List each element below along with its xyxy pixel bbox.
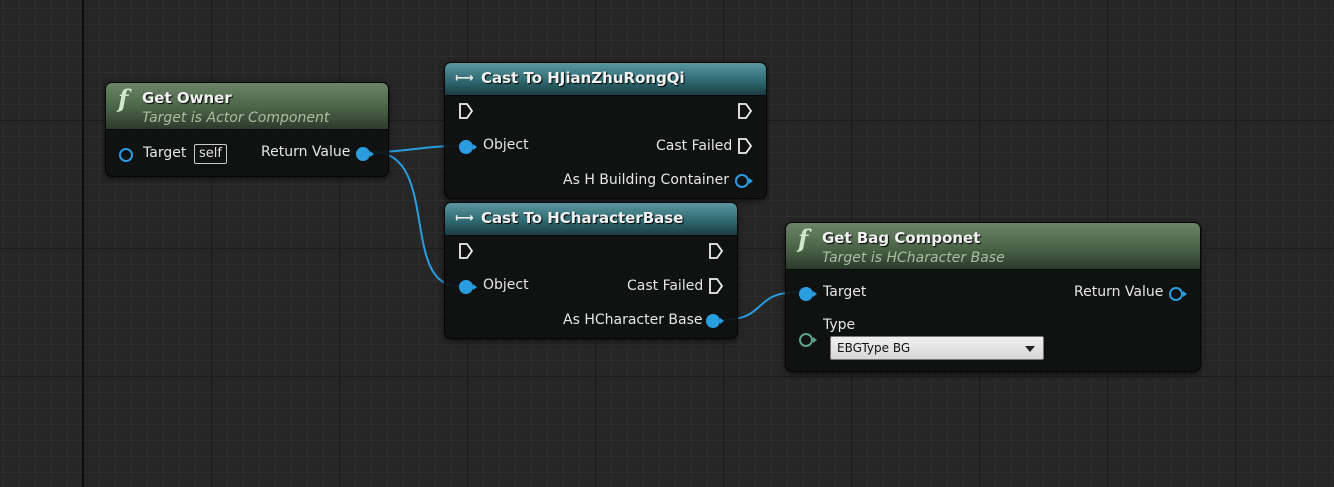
- cast-icon: ⟼: [455, 71, 474, 86]
- get-owner-header[interactable]: f Get Owner Target is Actor Component: [106, 83, 388, 130]
- object-pin[interactable]: [459, 280, 477, 294]
- type-label: Type: [823, 317, 856, 333]
- as-building-container-pin[interactable]: [735, 174, 753, 188]
- object-pin[interactable]: [459, 140, 477, 154]
- return-value-pin[interactable]: [356, 147, 374, 161]
- as-building-container-label: As H Building Container: [563, 172, 729, 188]
- as-hcharacter-base-label: As HCharacter Base: [563, 312, 703, 328]
- node-title: Cast To HJianZhuRongQi: [481, 69, 685, 87]
- node-title: Cast To HCharacterBase: [481, 209, 684, 227]
- node-title: Get Owner: [142, 89, 232, 107]
- function-icon: f: [798, 224, 809, 253]
- target-pin[interactable]: [119, 148, 133, 162]
- cast-failed-label: Cast Failed: [627, 278, 704, 294]
- cast-hcharacter-header[interactable]: ⟼ Cast To HCharacterBase: [445, 203, 737, 236]
- get-owner-node[interactable]: f Get Owner Target is Actor Component Ta…: [105, 82, 389, 177]
- return-value-pin[interactable]: [1169, 287, 1187, 301]
- cast-failed-pin[interactable]: [738, 138, 752, 154]
- cast-hjianzhu-node[interactable]: ⟼ Cast To HJianZhuRongQi Object Cast Fai…: [444, 62, 767, 199]
- exec-out-pin[interactable]: [738, 103, 752, 119]
- return-value-label: Return Value: [1074, 284, 1164, 300]
- type-dropdown[interactable]: EBGType BG: [830, 336, 1044, 360]
- graph-origin-line-vertical: [82, 0, 84, 487]
- type-dropdown-value: EBGType BG: [837, 341, 911, 355]
- node-subtitle: Target is HCharacter Base: [822, 250, 1005, 266]
- object-label: Object: [483, 137, 529, 153]
- cast-icon: ⟼: [455, 211, 474, 226]
- get-bag-header[interactable]: f Get Bag Componet Target is HCharacter …: [786, 223, 1200, 270]
- target-label: Target: [823, 284, 867, 300]
- get-bag-componet-node[interactable]: f Get Bag Componet Target is HCharacter …: [785, 222, 1201, 372]
- cast-hcharacter-node[interactable]: ⟼ Cast To HCharacterBase Object Cast Fai…: [444, 202, 738, 339]
- node-subtitle: Target is Actor Component: [142, 110, 330, 126]
- type-pin[interactable]: [799, 333, 817, 347]
- function-icon: f: [118, 84, 129, 113]
- return-value-label: Return Value: [261, 144, 351, 160]
- exec-out-pin[interactable]: [709, 243, 723, 259]
- target-label: Target: [143, 145, 187, 161]
- target-self-value[interactable]: self: [194, 144, 227, 164]
- cast-failed-label: Cast Failed: [656, 138, 733, 154]
- cast-hjianzhu-header[interactable]: ⟼ Cast To HJianZhuRongQi: [445, 63, 766, 96]
- exec-in-pin[interactable]: [459, 103, 473, 119]
- target-pin[interactable]: [799, 287, 817, 301]
- cast-failed-pin[interactable]: [709, 278, 723, 294]
- exec-in-pin[interactable]: [459, 243, 473, 259]
- chevron-down-icon: [1025, 346, 1035, 352]
- node-title: Get Bag Componet: [822, 229, 981, 247]
- as-hcharacter-base-pin[interactable]: [706, 314, 724, 328]
- object-label: Object: [483, 277, 529, 293]
